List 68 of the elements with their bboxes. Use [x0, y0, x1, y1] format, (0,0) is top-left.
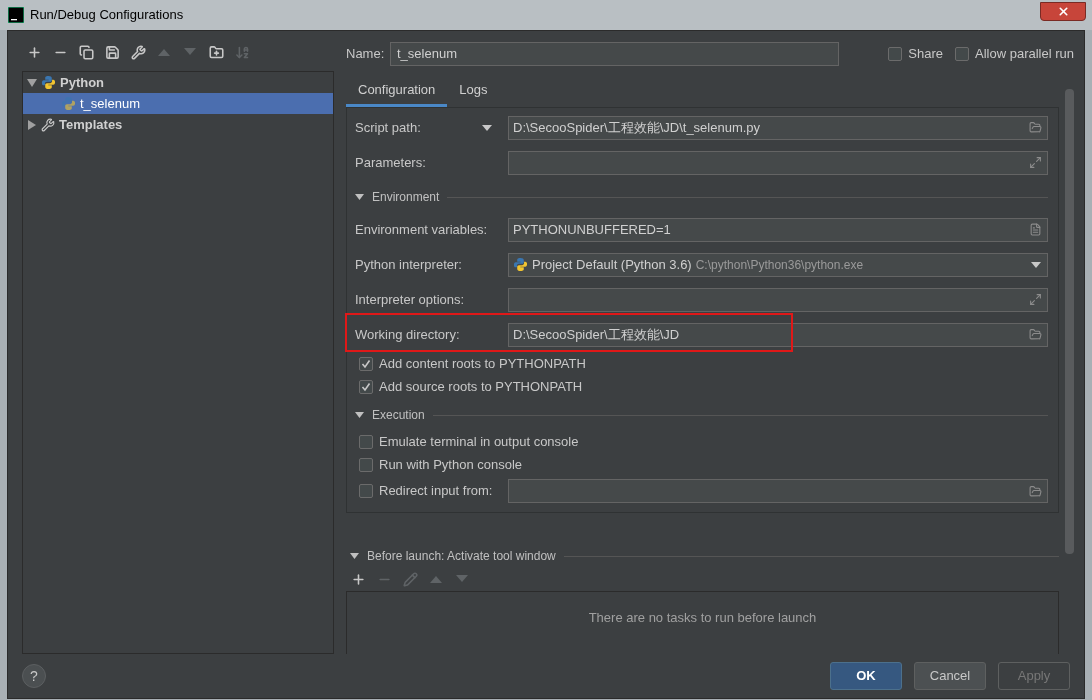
checkbox-label: Emulate terminal in output console	[379, 432, 579, 451]
checkbox-label: Add source roots to PYTHONPATH	[379, 377, 583, 396]
checkbox[interactable]	[359, 484, 373, 498]
copy-icon[interactable]	[78, 44, 94, 60]
checkbox-label: Share	[908, 44, 943, 63]
input-field[interactable]	[508, 150, 1048, 175]
window-title: Run/Debug Configurations	[30, 6, 184, 25]
plus-icon[interactable]	[26, 44, 42, 60]
expanded-arrow-icon[interactable]	[355, 412, 364, 418]
expanded-arrow-icon[interactable]	[355, 194, 364, 200]
ok-button[interactable]: OK	[830, 662, 902, 690]
field-label: Python interpreter:	[355, 255, 462, 274]
checkbox[interactable]	[359, 379, 373, 394]
expand-icon[interactable]	[1029, 156, 1042, 169]
python-logo-icon	[41, 75, 56, 90]
scrollbar[interactable]	[1065, 89, 1074, 554]
folder-icon[interactable]	[1029, 121, 1042, 134]
folder-plus-icon[interactable]	[208, 44, 224, 60]
checkbox[interactable]	[888, 46, 903, 61]
checkbox[interactable]	[359, 457, 373, 472]
section-title: Environment	[372, 189, 440, 206]
name-field[interactable]: t_selenum	[390, 41, 839, 66]
expanded-arrow-icon[interactable]	[27, 77, 37, 88]
field-label: Interpreter options:	[355, 290, 465, 309]
section-title: Execution	[372, 407, 425, 424]
input-field[interactable]: D:\SecooSpider\工程效能\JD	[508, 322, 1048, 347]
input-field[interactable]	[508, 287, 1048, 312]
wrench-icon	[41, 117, 55, 132]
field-label: Name:	[346, 44, 386, 63]
field-label: Environment variables:	[355, 220, 488, 239]
app-logo-icon	[8, 7, 24, 23]
dialog-button[interactable]: Cancel	[914, 662, 986, 690]
save-icon[interactable]	[104, 44, 120, 60]
checkbox-label: Add content roots to PYTHONPATH	[379, 354, 586, 373]
field-label: Parameters:	[355, 153, 426, 172]
plus-icon[interactable]	[350, 571, 366, 587]
field-label: Working directory:	[355, 325, 460, 344]
expanded-arrow-icon[interactable]	[350, 553, 359, 559]
input-field[interactable]: D:\SecooSpider\工程效能\JD\t_selenum.py	[508, 115, 1048, 140]
input-field[interactable]	[508, 479, 1048, 503]
folder-icon[interactable]	[1029, 484, 1042, 498]
tree-item[interactable]: Templates	[23, 114, 333, 135]
python-logo-icon	[513, 257, 528, 272]
folder-icon[interactable]	[1029, 328, 1042, 341]
tab[interactable]: Logs	[447, 75, 500, 107]
input-field[interactable]: PYTHONUNBUFFERED=1	[508, 217, 1048, 242]
field-label: Script path:	[355, 118, 421, 137]
list-icon[interactable]	[1029, 223, 1042, 236]
help-button[interactable]: ?	[22, 664, 46, 688]
wrench-icon[interactable]	[130, 44, 146, 60]
section-title: Before launch: Activate tool window	[367, 548, 556, 565]
interpreter-dropdown[interactable]: Project Default (Python 3.6) C:\python\Python36\python.exe	[508, 252, 1048, 277]
collapsed-arrow-icon[interactable]	[27, 119, 37, 130]
task-list: There are no tasks to run before launch	[346, 591, 1059, 654]
close-button[interactable]	[1040, 1, 1086, 21]
checkbox-label: Redirect input from:	[379, 482, 493, 501]
tree-item[interactable]: Python	[23, 72, 333, 93]
tree-item[interactable]: t_selenum	[23, 93, 333, 114]
close-icon	[1056, 4, 1070, 18]
checkbox-label: Allow parallel run	[975, 44, 1074, 63]
checkbox[interactable]	[359, 356, 373, 371]
expand-icon[interactable]	[1029, 293, 1042, 306]
checkbox-label: Run with Python console	[379, 455, 523, 474]
dropdown-arrow-icon[interactable]	[1031, 261, 1041, 268]
checkbox[interactable]	[359, 434, 373, 449]
dropdown-arrow-icon[interactable]	[482, 124, 492, 131]
python-logo-icon	[61, 96, 76, 111]
checkbox[interactable]	[955, 46, 969, 61]
